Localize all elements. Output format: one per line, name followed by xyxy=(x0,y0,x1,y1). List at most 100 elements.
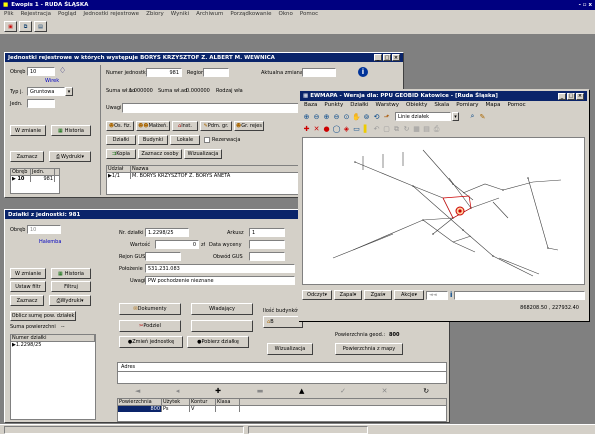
historia-button[interactable]: ▦ Historia xyxy=(51,268,91,279)
obreb-input[interactable]: 10 xyxy=(27,67,55,76)
uzytki-grid[interactable]: Powierzchnia Użytek Kontur Klasa 800 Ps V xyxy=(117,398,447,422)
rotate-icon[interactable]: ↻ xyxy=(402,125,411,134)
table-row[interactable]: ▶1/1 M. BORYS KRZYSZTOF Z. BORYS ANETA xyxy=(107,173,301,179)
info-icon[interactable]: i xyxy=(450,291,452,299)
kopia-button[interactable]: ⇉ Kopia xyxy=(106,149,136,159)
zoom-extent-icon[interactable]: ⊚ xyxy=(362,112,371,121)
map-canvas[interactable] xyxy=(302,137,585,285)
jedn-input[interactable] xyxy=(27,99,55,108)
nr-jedn-input[interactable]: 981 xyxy=(146,68,182,77)
map-menu-item[interactable]: Pomoc xyxy=(507,102,525,109)
windows-icon[interactable]: ⧉ xyxy=(19,21,32,32)
dokumenty-button[interactable]: ✉ Dokumenty xyxy=(119,303,181,315)
zmien-jednostke-button[interactable]: ● Zmień jednostkę xyxy=(119,336,183,348)
zaznacz-button[interactable]: Zaznacz xyxy=(10,151,44,162)
region-input[interactable] xyxy=(203,68,229,77)
map-menu-item[interactable]: Skala xyxy=(434,102,449,109)
first-icon[interactable]: ◄ xyxy=(135,387,140,395)
podziel-button[interactable]: ✂ Podziel xyxy=(119,320,181,332)
checkbox-box[interactable] xyxy=(204,137,210,143)
wydruki-button[interactable]: ⎙ Wydruki ▾ xyxy=(49,295,91,306)
map-menu-item[interactable]: Pomiary xyxy=(456,102,478,109)
wartosc-input[interactable]: 0 xyxy=(155,240,199,249)
obreb-input[interactable]: 10 xyxy=(27,225,61,234)
ustaw-filtr-button[interactable]: Ustaw filtr xyxy=(10,281,46,292)
nav-left-icon[interactable]: ◄◄ xyxy=(426,290,448,300)
pow-z-mapy-button[interactable]: Powierzchnia z mapy xyxy=(335,343,403,355)
inst-button[interactable]: ⌂ Inst. xyxy=(172,121,198,131)
move-icon[interactable]: ✚ xyxy=(302,125,311,134)
app-menu-item[interactable]: Plik xyxy=(4,11,14,18)
copy-icon[interactable]: ⧉ xyxy=(392,125,401,134)
minimize-icon[interactable]: _ xyxy=(558,92,566,100)
search-icon[interactable]: ⌕ xyxy=(468,112,477,121)
table-row[interactable]: ▶ 10 981 xyxy=(11,176,59,182)
cancel-icon[interactable]: ✕ xyxy=(382,387,388,395)
app-menu-item[interactable]: Okno xyxy=(279,11,293,18)
app-menu-item[interactable]: Zbiory xyxy=(146,11,164,18)
point-icon[interactable]: ● xyxy=(322,125,331,134)
wizualizacja-button[interactable]: Wizualizacja xyxy=(184,149,222,159)
chevron-down-icon[interactable]: ▾ xyxy=(452,112,459,121)
circle-icon[interactable]: ◯ xyxy=(332,125,341,134)
list-item[interactable]: ▶1.2298/25 xyxy=(11,342,95,348)
arkusz-input[interactable]: 1 xyxy=(249,228,285,237)
aktualna-input[interactable] xyxy=(302,68,336,77)
tile-icon[interactable]: ▤ xyxy=(34,21,47,32)
budynki-button[interactable]: Budynki xyxy=(138,135,168,145)
close-icon[interactable]: × xyxy=(576,92,584,100)
typ-select[interactable]: Gruntowa xyxy=(27,87,65,96)
zoom-out-icon[interactable]: ⊖ xyxy=(312,112,321,121)
app-menu-item[interactable]: Rejestracja xyxy=(21,11,51,18)
dzialki-button[interactable]: Działki xyxy=(106,135,136,145)
zoom-all-icon[interactable]: ⊙ xyxy=(342,112,351,121)
app-menu-item[interactable]: Jednostki rejestrowe xyxy=(83,11,139,18)
map-menu-item[interactable]: Baza xyxy=(304,102,317,109)
data-wyceny-input[interactable] xyxy=(249,240,285,249)
malzen-button[interactable]: ☻☻ Małżeń. xyxy=(136,121,170,131)
filtruj-button[interactable]: Filtruj xyxy=(51,281,91,292)
app-menu-item[interactable]: Wyniki xyxy=(171,11,189,18)
rezerwacja-checkbox[interactable]: Rezerwacja xyxy=(204,135,240,145)
obwod-gus-input[interactable] xyxy=(249,252,285,261)
os-fiz-button[interactable]: ☻ Os. fiz. xyxy=(106,121,134,131)
open-icon[interactable]: ▣ xyxy=(4,21,17,32)
parcels-list[interactable]: Numer działki ▶1.2298/25 xyxy=(10,334,96,420)
map-menu-item[interactable]: Obiekty xyxy=(406,102,427,109)
select-icon[interactable]: ⬏ xyxy=(382,112,391,121)
chevron-down-icon[interactable]: ▾ xyxy=(65,87,73,96)
map-menu-item[interactable]: Działki xyxy=(350,102,368,109)
wizualizacja-button[interactable]: Wizualizacja xyxy=(267,343,313,355)
maximize-icon[interactable]: □ xyxy=(383,54,391,61)
delete-icon[interactable]: ▬ xyxy=(257,387,264,395)
delete-icon[interactable]: ✕ xyxy=(312,125,321,134)
app-menu-item[interactable]: Pogląd xyxy=(58,11,76,18)
lokale-button[interactable]: Lokale xyxy=(170,135,200,145)
properties-icon[interactable]: ▤ xyxy=(422,125,431,134)
layer-select[interactable]: Linie działek xyxy=(395,112,451,121)
uwagi-input[interactable] xyxy=(122,103,308,113)
close-icon[interactable]: × xyxy=(392,54,400,61)
odczyt-button[interactable]: Odczyt ▾ xyxy=(302,290,332,300)
w-zmianie-button[interactable]: W zmianie xyxy=(10,268,46,279)
wydruki-button[interactable]: ⎙ Wydruki ▾ xyxy=(49,151,91,162)
historia-button[interactable]: ▦ Historia xyxy=(51,125,91,136)
rejon-gus-input[interactable] xyxy=(145,252,181,261)
zapal-button[interactable]: Zapal ▾ xyxy=(334,290,362,300)
table-row[interactable]: 800 Ps V xyxy=(118,406,446,412)
nr-dzialki-input[interactable]: 1.2298/25 xyxy=(145,228,189,237)
map-menu-item[interactable]: Warstwy xyxy=(376,102,400,109)
refresh-icon[interactable]: ⟲ xyxy=(372,112,381,121)
budynki-b-button[interactable]: ⌂ B xyxy=(263,316,303,328)
wladajacy-button[interactable]: Władający xyxy=(191,303,253,315)
zaznacz-button[interactable]: Zaznacz xyxy=(10,295,44,306)
polygon-icon[interactable]: ◈ xyxy=(342,125,351,134)
selected-parcel[interactable] xyxy=(442,195,472,219)
layer-icon[interactable]: ▢ xyxy=(382,125,391,134)
app-menu-item[interactable]: Pomoc xyxy=(300,11,318,18)
measure-icon[interactable]: ↶ xyxy=(372,125,381,134)
akcje-button[interactable]: Akcje ▾ xyxy=(394,290,424,300)
info-icon[interactable]: i xyxy=(358,67,368,77)
zoom-window-icon[interactable]: ⊕ xyxy=(322,112,331,121)
up-icon[interactable]: ▲ xyxy=(299,387,304,395)
